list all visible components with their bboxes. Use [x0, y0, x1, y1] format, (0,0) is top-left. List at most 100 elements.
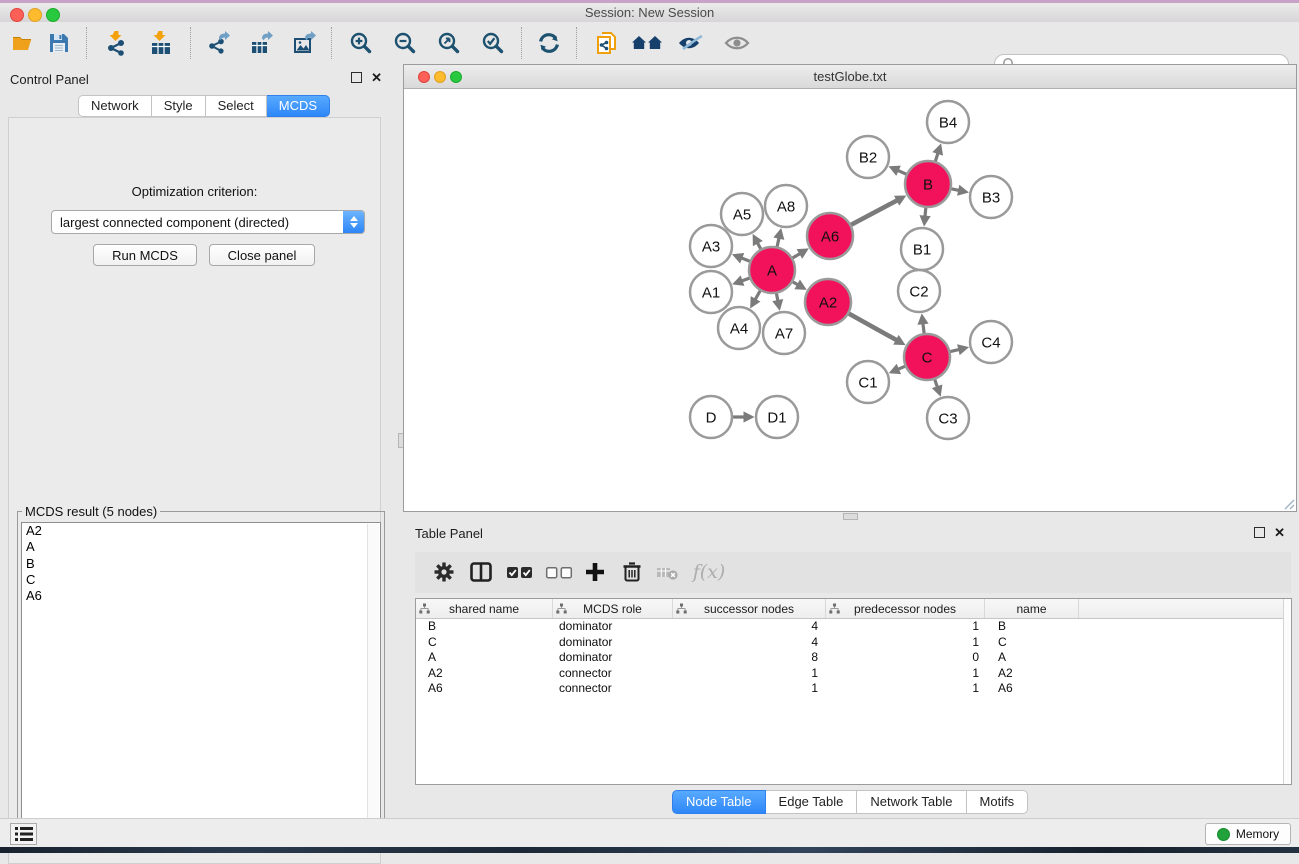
column-header-MCDS-role[interactable]: MCDS role — [553, 599, 673, 618]
cell[interactable]: 1 — [826, 666, 985, 682]
tab-node-table[interactable]: Node Table — [672, 790, 766, 814]
export-network-icon[interactable] — [206, 30, 232, 56]
cell[interactable]: 1 — [826, 635, 985, 651]
column-header-shared-name[interactable]: shared name — [416, 599, 553, 618]
add-column-icon[interactable] — [582, 559, 608, 585]
tab-style[interactable]: Style — [152, 95, 206, 117]
split-columns-icon[interactable] — [468, 559, 494, 585]
cell[interactable]: 4 — [673, 635, 826, 651]
zoom-fit-icon[interactable] — [436, 30, 462, 56]
memory-button[interactable]: Memory — [1205, 823, 1291, 845]
cell[interactable]: A6 — [985, 681, 1079, 697]
control-panel-tabs: NetworkStyleSelectMCDS — [78, 95, 330, 117]
copy-network-icon[interactable] — [594, 30, 620, 56]
network-canvas[interactable]: AA6A2BCA1A3A4A5A7A8B1B2B3B4C1C2C3C4DD1 — [405, 88, 1295, 510]
show-details-icon[interactable] — [722, 30, 752, 56]
close-panel-icon[interactable]: ✕ — [371, 73, 382, 82]
scrollbar-track[interactable] — [367, 524, 379, 843]
cell[interactable]: 1 — [673, 681, 826, 697]
mcds-result-list[interactable]: A2ABCA6 — [21, 522, 381, 845]
cell[interactable]: 1 — [826, 681, 985, 697]
task-history-button[interactable] — [10, 823, 37, 845]
gear-icon[interactable] — [431, 559, 457, 585]
criterion-select[interactable]: largest connected component (directed) — [51, 210, 365, 234]
select-all-check-icon[interactable] — [505, 559, 535, 585]
close-panel-button[interactable]: Close panel — [209, 244, 315, 266]
column-header-predecessor-nodes[interactable]: predecessor nodes — [826, 599, 985, 618]
node-label-A2: A2 — [819, 294, 837, 311]
zoom-out-icon[interactable] — [392, 30, 418, 56]
cell[interactable]: C — [985, 635, 1079, 651]
tab-network-table[interactable]: Network Table — [857, 790, 966, 814]
zoom-selected-icon[interactable] — [480, 30, 506, 56]
home-network-icon[interactable] — [631, 30, 665, 56]
save-icon[interactable] — [46, 30, 72, 56]
tab-select[interactable]: Select — [206, 95, 267, 117]
cell[interactable]: dominator — [553, 619, 673, 635]
column-header-filler — [1079, 599, 1291, 618]
delete-table-icon[interactable] — [655, 559, 681, 585]
export-image-icon[interactable] — [292, 30, 318, 56]
table-row[interactable]: Adominator80A — [416, 650, 1291, 666]
network-window-titlebar[interactable]: testGlobe.txt — [404, 65, 1296, 89]
cell[interactable]: 0 — [826, 650, 985, 666]
cell[interactable]: connector — [553, 681, 673, 697]
result-item[interactable]: A6 — [22, 588, 380, 604]
float-panel-icon[interactable] — [1254, 527, 1265, 538]
node-label-C2: C2 — [909, 283, 928, 300]
import-table-icon[interactable] — [148, 30, 174, 56]
horizontal-splitter-handle[interactable] — [843, 513, 858, 520]
table-row[interactable]: A2connector11A2 — [416, 666, 1291, 682]
run-mcds-button[interactable]: Run MCDS — [93, 244, 197, 266]
deselect-all-check-icon[interactable] — [544, 559, 574, 585]
column-label: name — [1016, 602, 1046, 616]
cell[interactable]: A2 — [985, 666, 1079, 682]
import-network-icon[interactable] — [104, 30, 130, 56]
float-panel-icon[interactable] — [351, 72, 362, 83]
cell[interactable]: connector — [553, 666, 673, 682]
result-item[interactable]: C — [22, 572, 380, 588]
result-item[interactable]: A2 — [22, 523, 380, 539]
cell[interactable]: A2 — [416, 666, 553, 682]
toolbar-separator — [576, 27, 577, 59]
hide-details-icon[interactable] — [676, 30, 706, 56]
cell[interactable]: 8 — [673, 650, 826, 666]
cell[interactable]: dominator — [553, 650, 673, 666]
column-header-name[interactable]: name — [985, 599, 1079, 618]
column-header-successor-nodes[interactable]: successor nodes — [673, 599, 826, 618]
cell[interactable]: B — [416, 619, 553, 635]
scrollbar-track[interactable] — [1283, 599, 1291, 784]
tab-mcds[interactable]: MCDS — [267, 95, 330, 117]
node-label-A7: A7 — [775, 325, 793, 342]
refresh-icon[interactable] — [536, 30, 562, 56]
column-label: predecessor nodes — [854, 602, 956, 616]
open-folder-icon[interactable] — [10, 30, 36, 56]
cell[interactable]: 1 — [826, 619, 985, 635]
node-label-A4: A4 — [730, 320, 748, 337]
export-table-icon[interactable] — [249, 30, 275, 56]
tab-network[interactable]: Network — [78, 95, 152, 117]
cell[interactable]: C — [416, 635, 553, 651]
cell[interactable]: A — [985, 650, 1079, 666]
cell[interactable]: 4 — [673, 619, 826, 635]
cell[interactable]: dominator — [553, 635, 673, 651]
cell[interactable]: B — [985, 619, 1079, 635]
cell[interactable]: 1 — [673, 666, 826, 682]
function-builder-icon[interactable]: f(x) — [691, 559, 727, 585]
column-label: successor nodes — [704, 602, 794, 616]
node-table[interactable]: shared nameMCDS role successor nodes prede… — [415, 598, 1292, 785]
close-panel-icon[interactable]: ✕ — [1274, 528, 1285, 537]
cell[interactable]: A6 — [416, 681, 553, 697]
tab-edge-table[interactable]: Edge Table — [766, 790, 858, 814]
table-row[interactable]: A6connector11A6 — [416, 681, 1291, 697]
table-row[interactable]: Cdominator41C — [416, 635, 1291, 651]
result-item[interactable]: A — [22, 539, 380, 555]
zoom-in-icon[interactable] — [348, 30, 374, 56]
table-body: Bdominator41BCdominator41CAdominator80AA… — [416, 619, 1291, 697]
result-item[interactable]: B — [22, 556, 380, 572]
tab-motifs[interactable]: Motifs — [967, 790, 1029, 814]
resize-grip-icon[interactable] — [1283, 498, 1295, 510]
table-row[interactable]: Bdominator41B — [416, 619, 1291, 635]
delete-icon[interactable] — [619, 559, 645, 585]
cell[interactable]: A — [416, 650, 553, 666]
